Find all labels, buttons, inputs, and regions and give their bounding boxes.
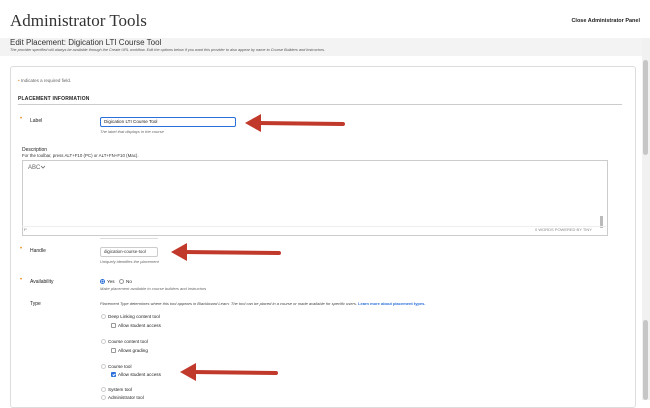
deep-linking-student-access-checkbox[interactable] — [111, 323, 116, 328]
svg-text:ABC: ABC — [28, 165, 41, 171]
course-tool-student-access-checkbox[interactable] — [111, 372, 116, 377]
annotation-arrow-label — [245, 114, 345, 132]
availability-hint: Make placement available to course build… — [100, 286, 207, 291]
course-content-grading-label: Allows grading — [118, 348, 148, 353]
type-deep-linking-label: Deep Linking content tool — [108, 314, 160, 319]
course-content-grading-checkbox[interactable] — [111, 348, 116, 353]
type-deep-linking-radio[interactable] — [101, 314, 106, 319]
editor-statusbar — [22, 226, 606, 235]
type-admin-tool-radio[interactable] — [101, 395, 106, 400]
description-editor[interactable] — [22, 160, 608, 236]
close-panel-link[interactable]: Close Administrator Panel — [571, 18, 640, 24]
page-scrollbar-thumb-lower[interactable] — [643, 320, 648, 400]
required-note-text: Indicates a required field. — [20, 78, 72, 83]
course-tool-student-access-label: Allow student access — [118, 372, 161, 377]
label-field-label: Label — [30, 118, 43, 124]
section-title: PLACEMENT INFORMATION — [18, 96, 90, 102]
availability-yes-label: Yes — [107, 279, 115, 284]
editor-path: P — [24, 227, 27, 232]
availability-no-radio[interactable] — [119, 279, 124, 284]
divider — [100, 238, 158, 239]
label-hint: The label that displays in the course — [100, 129, 164, 134]
type-admin-tool-label: Administrator tool — [108, 395, 144, 400]
type-system-tool-radio[interactable] — [101, 387, 106, 392]
required-note: • Indicates a required field. — [18, 78, 71, 83]
page-header: Edit Placement: Digication LTI Course To… — [0, 38, 642, 56]
required-star: • — [20, 116, 23, 122]
learn-more-link[interactable]: Learn more about placement types. — [358, 301, 425, 306]
required-star: • — [20, 277, 23, 283]
annotation-arrow-course-tool — [180, 363, 278, 381]
type-course-tool-radio[interactable] — [101, 364, 106, 369]
annotation-arrow-handle — [171, 243, 281, 261]
label-input[interactable]: Digication LTI Course Tool — [100, 117, 236, 127]
required-star: • — [18, 78, 20, 83]
type-course-content-label: Course content tool — [108, 339, 148, 344]
handle-hint: Uniquely identifies the placement — [100, 259, 159, 264]
availability-label: Availability — [30, 279, 54, 285]
deep-linking-student-access-label: Allow student access — [118, 323, 161, 328]
page-subtitle: The provider specified will always be av… — [10, 48, 326, 52]
type-description: Placement Type determines where this too… — [100, 301, 425, 306]
availability-no-label: No — [126, 279, 132, 284]
type-system-tool-label: System tool — [108, 387, 132, 392]
type-course-tool-label: Course tool — [108, 364, 132, 369]
section-divider — [18, 104, 622, 105]
type-course-content-radio[interactable] — [101, 339, 106, 344]
page-title: Edit Placement: Digication LTI Course To… — [10, 38, 162, 47]
editor-word-count: 0 WORDS POWERED BY TINY — [535, 227, 592, 232]
spellcheck-icon[interactable]: ABC — [28, 163, 46, 173]
top-bar: Administrator Tools Close Administrator … — [0, 0, 650, 38]
handle-input[interactable]: digication-course-tool — [100, 247, 158, 257]
required-star: • — [20, 246, 23, 252]
availability-yes-radio[interactable] — [100, 279, 105, 284]
handle-field-label: Handle — [30, 248, 46, 254]
app-title: Administrator Tools — [10, 11, 147, 30]
page-scrollbar-thumb[interactable] — [643, 60, 648, 155]
type-description-text: Placement Type determines where this too… — [100, 301, 357, 306]
description-help: For the toolbar, press ALT+F10 (PC) or A… — [22, 153, 139, 158]
type-label: Type — [30, 301, 41, 307]
